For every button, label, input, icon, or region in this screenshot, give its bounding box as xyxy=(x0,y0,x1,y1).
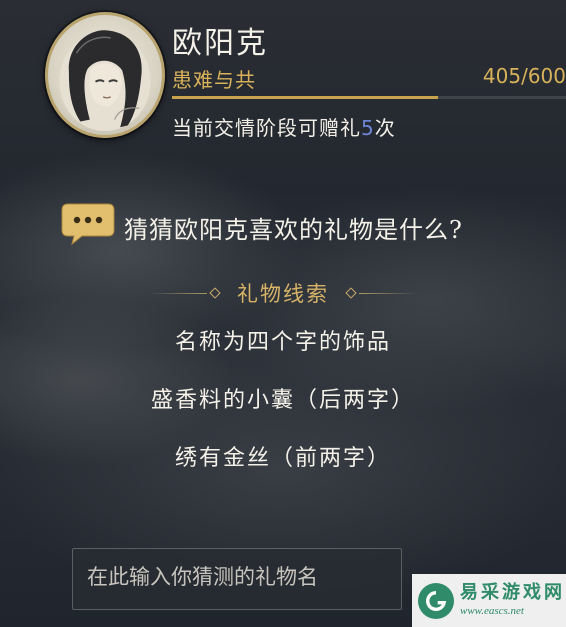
character-avatar[interactable] xyxy=(45,12,165,138)
character-name: 欧阳克 xyxy=(172,26,268,61)
guess-input-container[interactable] xyxy=(72,548,402,610)
affinity-max: 600 xyxy=(527,64,566,88)
affinity-current: 405 xyxy=(482,64,522,88)
clue-item: 名称为四个字的饰品 xyxy=(174,330,391,355)
guess-input[interactable] xyxy=(87,565,387,589)
site-watermark: 易采游戏网 www.eascs.net xyxy=(412,574,566,627)
watermark-url: www.eascs.net xyxy=(460,605,524,617)
affinity-points: 405/600 xyxy=(482,64,566,88)
affinity-progress-bar xyxy=(172,96,566,99)
clue-header: 礼物线索 xyxy=(0,278,566,308)
watermark-logo-icon xyxy=(418,582,454,619)
gift-text-suffix: 次 xyxy=(374,116,396,140)
gift-count: 5 xyxy=(361,116,375,140)
clue-title: 礼物线索 xyxy=(237,282,329,306)
chat-bubble-icon xyxy=(60,200,116,246)
clue-item: 绣有金丝（前两字） xyxy=(174,446,391,471)
ornament-right xyxy=(343,287,417,299)
guess-question: 猜猜欧阳克喜欢的礼物是什么? xyxy=(124,216,463,244)
gift-remaining-text: 当前交情阶段可赠礼5次 xyxy=(172,112,396,141)
gift-text-prefix: 当前交情阶段可赠礼 xyxy=(172,116,361,140)
affinity-progress-fill xyxy=(172,96,438,99)
relationship-stage: 患难与共 xyxy=(172,68,256,92)
clue-item: 盛香料的小囊（后两字） xyxy=(150,388,415,413)
watermark-title: 易采游戏网 xyxy=(460,582,565,603)
ornament-left xyxy=(149,287,223,299)
